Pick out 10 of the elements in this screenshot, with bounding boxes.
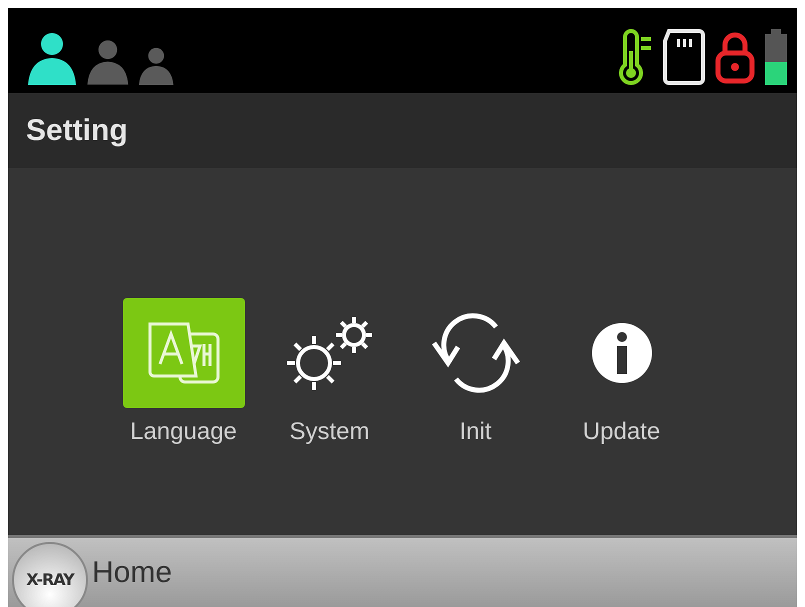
sd-card-icon [663, 29, 705, 85]
thermometer-icon [617, 29, 653, 85]
menu-item[interactable]: System [264, 298, 396, 446]
menu-item[interactable]: Update [556, 298, 688, 446]
menu-item[interactable]: Init [410, 298, 542, 446]
page-title: Setting [26, 114, 128, 148]
home-button[interactable]: X-RAY [12, 542, 88, 607]
info-icon [590, 320, 654, 384]
battery-icon [765, 29, 787, 85]
home-label: Home [92, 556, 172, 590]
